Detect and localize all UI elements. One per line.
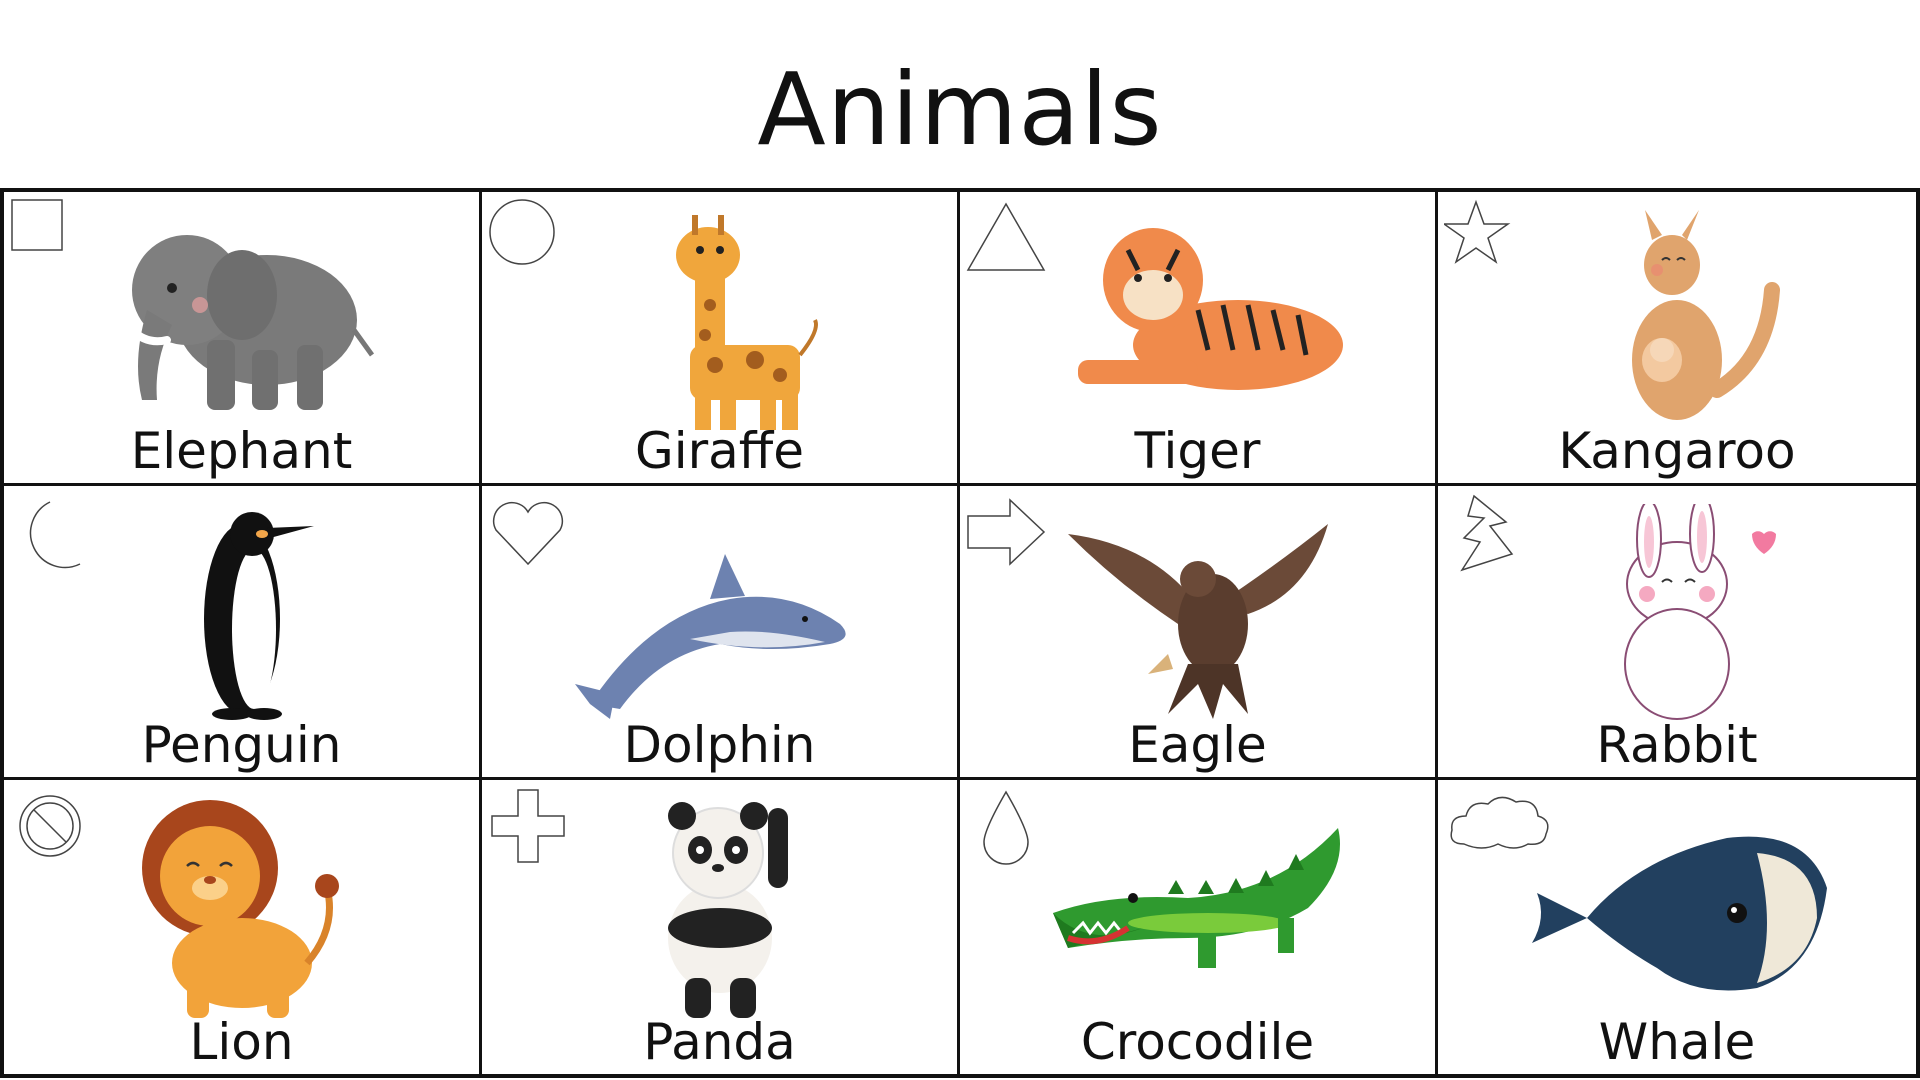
page-title: Animals: [757, 51, 1163, 168]
card-label: Rabbit: [1596, 716, 1758, 774]
crocodile-image: [1052, 828, 1340, 968]
crescent-moon-icon: [29, 501, 81, 569]
heart-icon: [492, 501, 564, 566]
arrow-right-icon: [967, 498, 1046, 566]
square-icon: [11, 199, 63, 251]
card-whale[interactable]: Whale: [1438, 780, 1916, 1074]
card-label: Crocodile: [1080, 1013, 1315, 1071]
prohibited-icon: [19, 795, 81, 857]
card-label: Lion: [189, 1013, 294, 1071]
card-elephant[interactable]: Elephant: [4, 192, 482, 486]
card-label: Penguin: [141, 716, 342, 774]
giraffe-image: [675, 215, 818, 430]
card-giraffe[interactable]: Giraffe: [482, 192, 960, 486]
tiger-image: [1077, 228, 1343, 390]
plus-icon: [491, 789, 565, 863]
card-label: Kangaroo: [1558, 422, 1796, 480]
whale-image: [1532, 836, 1827, 991]
circle-icon: [489, 199, 555, 265]
card-dolphin[interactable]: Dolphin: [482, 486, 960, 780]
kangaroo-image: [1632, 210, 1780, 420]
card-label: Elephant: [130, 422, 353, 480]
dolphin-image: [574, 554, 846, 719]
card-tiger[interactable]: Tiger: [960, 192, 1438, 486]
lion-image: [141, 800, 339, 1018]
eagle-image: [1067, 524, 1328, 719]
elephant-image: [127, 235, 374, 410]
card-label: Giraffe: [634, 422, 805, 480]
star-icon: [1444, 199, 1511, 264]
rabbit-image: [1624, 504, 1776, 720]
card-penguin[interactable]: Penguin: [4, 486, 482, 780]
card-label: Whale: [1598, 1013, 1756, 1071]
card-kangaroo[interactable]: Kangaroo: [1438, 192, 1916, 486]
panda-image: [667, 802, 788, 1018]
card-label: Tiger: [1134, 422, 1261, 480]
penguin-image: [203, 512, 314, 720]
card-rabbit[interactable]: Rabbit: [1438, 486, 1916, 780]
card-label: Dolphin: [623, 716, 816, 774]
card-lion[interactable]: Lion: [4, 780, 482, 1074]
card-label: Panda: [643, 1013, 796, 1071]
card-eagle[interactable]: Eagle: [960, 486, 1438, 780]
card-label: Eagle: [1128, 716, 1267, 774]
animal-grid: Elephant Giraffe Tiger Kangaroo Penguin …: [0, 188, 1920, 1078]
lightning-bolt-icon: [1460, 494, 1514, 572]
triangle-icon: [966, 202, 1046, 271]
card-crocodile[interactable]: Crocodile: [960, 780, 1438, 1074]
droplet-icon: [983, 790, 1029, 865]
card-panda[interactable]: Panda: [482, 780, 960, 1074]
